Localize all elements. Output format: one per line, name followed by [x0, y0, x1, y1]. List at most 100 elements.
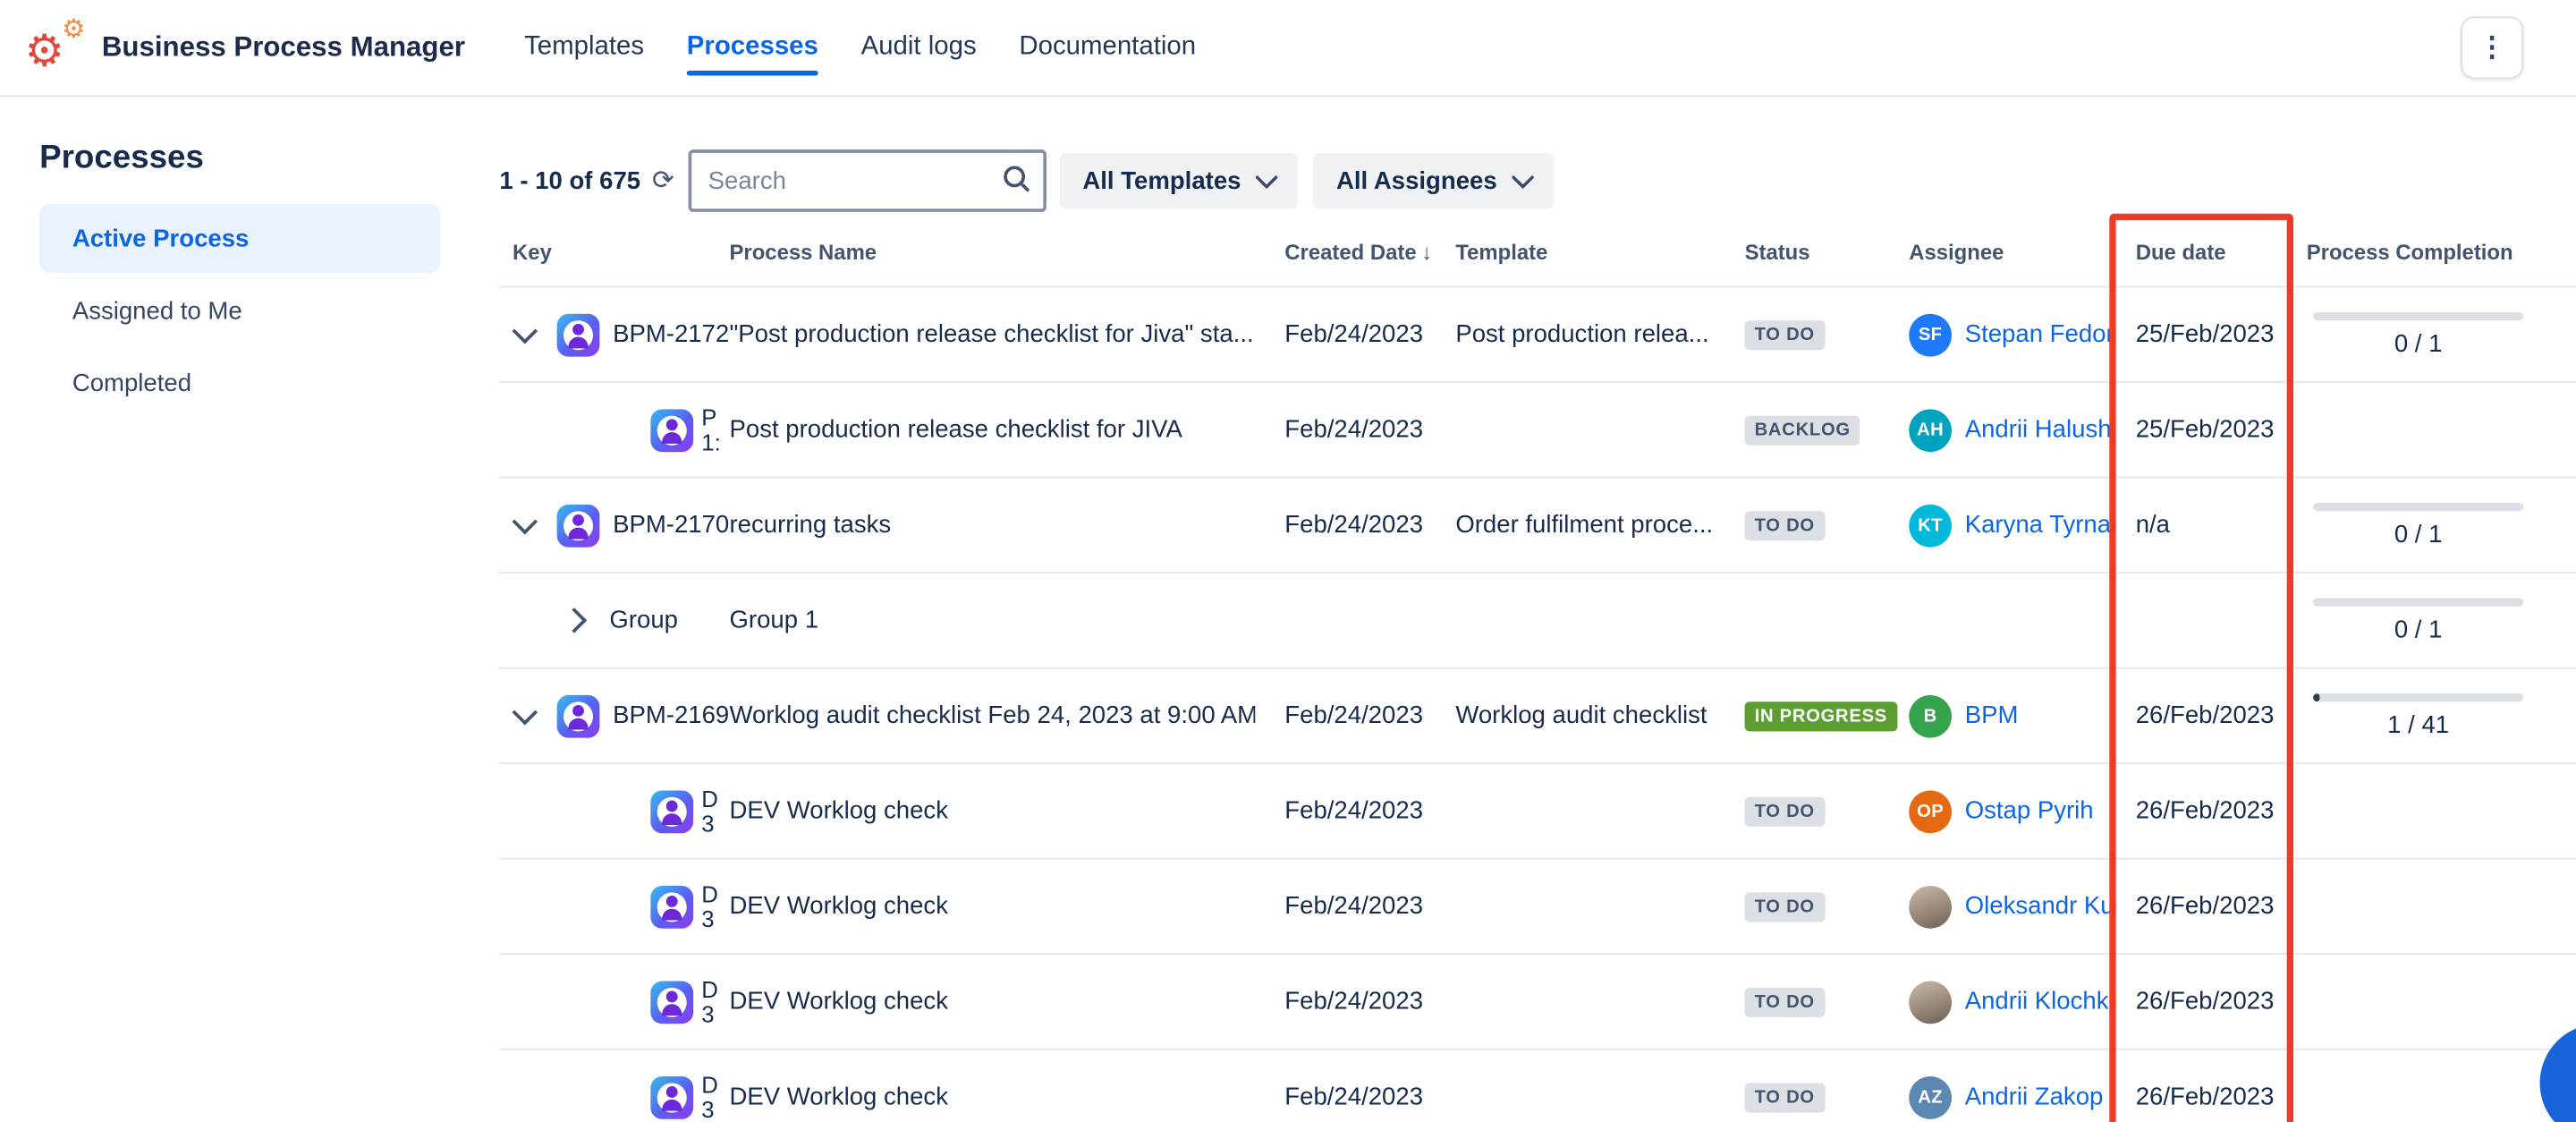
sidebar: Processes Active Process Assigned to Me …: [0, 97, 473, 1122]
sidebar-heading: Processes: [39, 140, 440, 177]
process-name[interactable]: Post production release checklist for JI…: [729, 416, 1182, 444]
table-row[interactable]: BPM-2170 recurring tasks Feb/24/2023 Ord…: [499, 478, 2576, 574]
process-name[interactable]: Worklog audit checklist Feb 24, 2023 at …: [729, 701, 1255, 729]
column-header-created-date[interactable]: Created Date: [1284, 239, 1416, 264]
kebab-icon: ⋮: [2479, 31, 2506, 64]
process-icon: [650, 408, 693, 451]
refresh-icon[interactable]: ⟳: [652, 165, 674, 198]
avatar: SF: [1909, 313, 1952, 356]
column-header-due-date[interactable]: Due date: [2136, 239, 2226, 264]
table-row[interactable]: D 3 DEV Worklog check Feb/24/2023 TO DO …: [499, 1050, 2576, 1122]
due-date: 25/Feb/2023: [2136, 416, 2275, 444]
avatar: KT: [1909, 504, 1952, 547]
status-badge: BACKLOG: [1745, 415, 1860, 445]
process-name[interactable]: Group 1: [729, 607, 818, 634]
process-name[interactable]: recurring tasks: [729, 511, 891, 539]
created-date: Feb/24/2023: [1284, 416, 1423, 444]
assignee-link[interactable]: Ostap Pyrih: [1965, 797, 2094, 825]
created-date: Feb/24/2023: [1284, 701, 1423, 729]
status-badge: TO DO: [1745, 796, 1825, 826]
process-name[interactable]: DEV Worklog check: [729, 1083, 947, 1110]
table-row[interactable]: BPM-2172 "Post production release checkl…: [499, 287, 2576, 383]
column-header-key[interactable]: Key: [513, 239, 552, 264]
progress-fill: [2313, 693, 2319, 701]
process-name[interactable]: DEV Worklog check: [729, 892, 947, 920]
templates-filter-dropdown[interactable]: All Templates: [1060, 153, 1299, 208]
process-icon: [557, 313, 600, 356]
column-header-assignee[interactable]: Assignee: [1909, 239, 2004, 264]
collapse-row-icon[interactable]: [513, 319, 538, 344]
template-name: Order fulfilment proce...: [1455, 511, 1712, 539]
assignee-link[interactable]: BPM: [1965, 701, 2019, 729]
assignee-link[interactable]: Andrii Klochk: [1965, 988, 2109, 1016]
progress-bar: [2313, 598, 2523, 606]
table-row[interactable]: D 3 DEV Worklog check Feb/24/2023 TO DO …: [499, 860, 2576, 956]
column-header-status[interactable]: Status: [1745, 239, 1810, 264]
sidebar-item-active-process[interactable]: Active Process: [39, 204, 440, 273]
created-date: Feb/24/2023: [1284, 320, 1423, 348]
due-date: n/a: [2136, 511, 2170, 539]
assignee-link[interactable]: Karyna Tyrna: [1965, 511, 2111, 539]
process-icon: [557, 504, 600, 547]
created-date: Feb/24/2023: [1284, 797, 1423, 825]
app-logo-gears-icon: ⚙ ⚙: [23, 15, 89, 81]
completion-label: 0 / 1: [2394, 616, 2443, 643]
main-content: 1 - 10 of 675 ⟳ All Templates All Assign…: [473, 97, 2576, 1122]
column-header-process-completion[interactable]: Process Completion: [2307, 239, 2513, 264]
assignee-link[interactable]: Andrii Halush: [1965, 416, 2112, 444]
nav-templates[interactable]: Templates: [524, 33, 644, 63]
sidebar-item-completed[interactable]: Completed: [39, 348, 440, 417]
table-row[interactable]: BPM-2169 Worklog audit checklist Feb 24,…: [499, 669, 2576, 765]
completion-label: 1 / 41: [2387, 710, 2449, 738]
process-key[interactable]: BPM-2172: [613, 320, 729, 348]
progress-bar: [2313, 502, 2523, 510]
process-key[interactable]: BPM-2170: [613, 511, 729, 539]
collapse-row-icon[interactable]: [513, 509, 538, 535]
app-window: ⚙ ⚙ Business Process Manager Templates P…: [0, 0, 2576, 1122]
created-date: Feb/24/2023: [1284, 988, 1423, 1016]
chevron-down-icon: [1256, 166, 1279, 189]
collapse-row-icon[interactable]: [513, 700, 538, 726]
process-icon: [650, 981, 693, 1024]
process-name[interactable]: DEV Worklog check: [729, 797, 947, 825]
column-header-process-name[interactable]: Process Name: [729, 239, 877, 264]
status-badge: IN PROGRESS: [1745, 701, 1897, 730]
group-key: Group: [609, 607, 678, 634]
assignee-link[interactable]: Andrii Zakop: [1965, 1083, 2104, 1110]
assignee-link[interactable]: Stepan Fedor: [1965, 320, 2114, 348]
avatar: AH: [1909, 408, 1952, 451]
nav-audit-logs[interactable]: Audit logs: [861, 33, 977, 63]
process-name[interactable]: DEV Worklog check: [729, 988, 947, 1016]
process-icon: [557, 694, 600, 737]
due-date: 26/Feb/2023: [2136, 892, 2275, 920]
sidebar-item-assigned-to-me[interactable]: Assigned to Me: [39, 276, 440, 345]
chevron-down-icon: [1512, 166, 1535, 189]
search-input[interactable]: [689, 149, 1046, 212]
created-date: Feb/24/2023: [1284, 892, 1423, 920]
table-row[interactable]: Group Group 1 0 / 1: [499, 574, 2576, 669]
assignees-filter-dropdown[interactable]: All Assignees: [1313, 153, 1555, 208]
result-count: 1 - 10 of 675 ⟳: [499, 165, 688, 198]
avatar: B: [1909, 694, 1952, 737]
process-key[interactable]: BPM-2169: [613, 701, 729, 729]
template-name: Worklog audit checklist: [1455, 701, 1707, 729]
table-row[interactable]: D 3 DEV Worklog check Feb/24/2023 TO DO …: [499, 764, 2576, 860]
sort-desc-icon: ↓: [1421, 239, 1432, 264]
template-name: Post production relea...: [1455, 320, 1708, 348]
kebab-menu-button[interactable]: ⋮: [2461, 16, 2523, 79]
column-header-template[interactable]: Template: [1455, 239, 1547, 264]
due-date: 26/Feb/2023: [2136, 1083, 2275, 1110]
created-date: Feb/24/2023: [1284, 511, 1423, 539]
nav-processes[interactable]: Processes: [687, 33, 818, 63]
nav-documentation[interactable]: Documentation: [1019, 33, 1196, 63]
due-date: 26/Feb/2023: [2136, 797, 2275, 825]
expand-row-icon[interactable]: [562, 608, 588, 633]
process-name[interactable]: "Post production release checklist for J…: [729, 320, 1253, 348]
status-badge: TO DO: [1745, 319, 1825, 349]
assignee-link[interactable]: Oleksandr Ku: [1965, 892, 2114, 920]
avatar: AZ: [1909, 1075, 1952, 1118]
table-row[interactable]: P 1: Post production release checklist f…: [499, 383, 2576, 479]
due-date: 26/Feb/2023: [2136, 988, 2275, 1016]
table-row[interactable]: D 3 DEV Worklog check Feb/24/2023 TO DO …: [499, 955, 2576, 1050]
top-bar: ⚙ ⚙ Business Process Manager Templates P…: [0, 0, 2576, 97]
